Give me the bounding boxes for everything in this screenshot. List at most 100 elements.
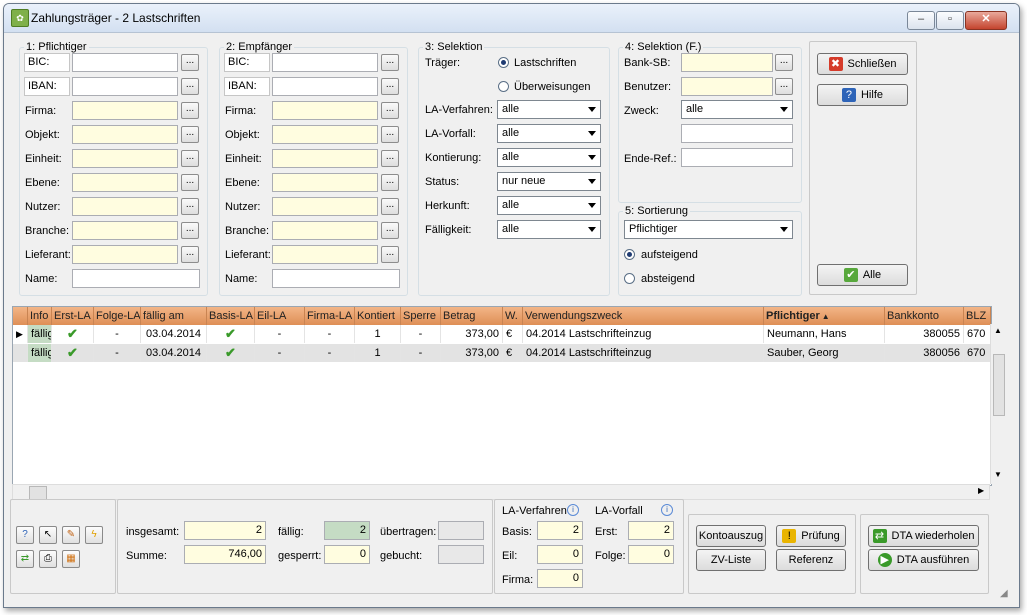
zweck-select[interactable]: alle	[681, 100, 793, 119]
empfaenger-input-7[interactable]	[272, 221, 378, 240]
horizontal-scrollbar[interactable]: ▶	[12, 484, 990, 500]
scroll-up-icon[interactable]: ▲	[994, 326, 1002, 335]
row-selector[interactable]	[13, 344, 28, 362]
empfaenger-input-4[interactable]	[272, 149, 378, 168]
radio-ueberweisungen[interactable]	[498, 81, 509, 92]
selektion-select-3[interactable]: nur neue	[497, 172, 601, 191]
print-icon[interactable]: ⎙	[39, 550, 57, 568]
pflichtiger-input-4[interactable]	[72, 149, 178, 168]
pflichtiger-lookup-button-0[interactable]: ...	[181, 54, 199, 71]
radio-lastschriften[interactable]	[498, 57, 509, 68]
pflichtiger-input-6[interactable]	[72, 197, 178, 216]
empfaenger-input-1[interactable]	[272, 77, 378, 96]
close-button[interactable]: ✕	[965, 11, 1007, 30]
scroll-right-icon[interactable]: ▶	[978, 486, 984, 495]
pflichtiger-input-2[interactable]	[72, 101, 178, 120]
empfaenger-lookup-button-0[interactable]: ...	[381, 54, 399, 71]
column-header-3[interactable]: fällig am	[141, 307, 207, 325]
resize-grip-icon[interactable]: ◢	[1000, 588, 1008, 599]
empfaenger-lookup-button-8[interactable]: ...	[381, 246, 399, 263]
dta-wiederholen-button[interactable]: ⇄ DTA wiederholen	[868, 525, 979, 547]
pflichtiger-lookup-button-1[interactable]: ...	[181, 78, 199, 95]
banksb-input[interactable]	[681, 53, 773, 72]
horizontal-scroll-thumb[interactable]	[29, 486, 47, 500]
schliessen-button[interactable]: ✖ Schließen	[817, 53, 908, 75]
alle-button[interactable]: ✔ Alle	[817, 264, 908, 286]
empfaenger-input-2[interactable]	[272, 101, 378, 120]
row-selector[interactable]: ▶	[13, 325, 28, 343]
pflichtiger-lookup-button-7[interactable]: ...	[181, 222, 199, 239]
column-header-2[interactable]: Folge-LA	[94, 307, 141, 325]
pflichtiger-lookup-button-8[interactable]: ...	[181, 246, 199, 263]
column-header-7[interactable]: Kontiert	[355, 307, 401, 325]
column-header-10[interactable]: W.	[503, 307, 523, 325]
column-header-14[interactable]: BLZ	[964, 307, 991, 325]
dta-ausfuehren-button[interactable]: ▶ DTA ausführen	[868, 549, 979, 571]
column-header-6[interactable]: Firma-LA	[305, 307, 355, 325]
benutzer-input[interactable]	[681, 77, 773, 96]
help-icon[interactable]: ?	[16, 526, 34, 544]
column-header-4[interactable]: Basis-LA	[207, 307, 255, 325]
empfaenger-input-5[interactable]	[272, 173, 378, 192]
pflichtiger-input-0[interactable]	[72, 53, 178, 72]
pflichtiger-lookup-button-2[interactable]: ...	[181, 102, 199, 119]
scroll-down-icon[interactable]: ▼	[994, 470, 1002, 479]
radio-aufsteigend[interactable]	[624, 249, 635, 260]
pflichtiger-lookup-button-3[interactable]: ...	[181, 126, 199, 143]
benutzer-lookup-button[interactable]: ...	[775, 78, 793, 95]
referenz-button[interactable]: Referenz	[776, 549, 846, 571]
minimize-button[interactable]: –	[907, 11, 935, 30]
empfaenger-lookup-button-2[interactable]: ...	[381, 102, 399, 119]
radio-absteigend[interactable]	[624, 273, 635, 284]
vertical-scrollbar[interactable]: ▲ ▼	[990, 324, 1005, 484]
empfaenger-input-0[interactable]	[272, 53, 378, 72]
selektion-select-1[interactable]: alle	[497, 124, 601, 143]
column-header-1[interactable]: Erst-LA	[52, 307, 94, 325]
column-header-8[interactable]: Sperre	[401, 307, 441, 325]
pflichtiger-input-5[interactable]	[72, 173, 178, 192]
refresh-icon[interactable]: ⇄	[16, 550, 34, 568]
enderef-input[interactable]	[681, 148, 793, 167]
empfaenger-lookup-button-3[interactable]: ...	[381, 126, 399, 143]
hilfe-button[interactable]: ? Hilfe	[817, 84, 908, 106]
pflichtiger-input-1[interactable]	[72, 77, 178, 96]
pflichtiger-input-3[interactable]	[72, 125, 178, 144]
column-header-9[interactable]: Betrag	[441, 307, 503, 325]
pruefung-button[interactable]: ! Prüfung	[776, 525, 846, 547]
column-header-11[interactable]: Verwendungszweck	[523, 307, 764, 325]
empfaenger-input-8[interactable]	[272, 245, 378, 264]
info-icon[interactable]: i	[567, 504, 579, 516]
banksb-lookup-button[interactable]: ...	[775, 54, 793, 71]
selektion-select-5[interactable]: alle	[497, 220, 601, 239]
pflichtiger-lookup-button-4[interactable]: ...	[181, 150, 199, 167]
empfaenger-lookup-button-1[interactable]: ...	[381, 78, 399, 95]
maximize-button[interactable]: ▫	[936, 11, 964, 30]
pflichtiger-input-8[interactable]	[72, 245, 178, 264]
table-row[interactable]: fällig ✔ -03.04.2014 ✔ - -1-373,00 €04.2014 La…	[13, 344, 991, 362]
empfaenger-lookup-button-4[interactable]: ...	[381, 150, 399, 167]
zweck-freetext-input[interactable]	[681, 124, 793, 143]
info-icon[interactable]: i	[661, 504, 673, 516]
column-header-5[interactable]: Eil-LA	[255, 307, 305, 325]
selektion-select-0[interactable]: alle	[497, 100, 601, 119]
table-icon[interactable]: ▦	[62, 550, 80, 568]
vertical-scroll-thumb[interactable]	[993, 354, 1005, 416]
empfaenger-lookup-button-5[interactable]: ...	[381, 174, 399, 191]
lightning-icon[interactable]: ϟ	[85, 526, 103, 544]
cursor-icon[interactable]: ↖	[39, 526, 57, 544]
selektion-select-4[interactable]: alle	[497, 196, 601, 215]
column-header-13[interactable]: Bankkonto	[885, 307, 964, 325]
edit-icon[interactable]: ✎	[62, 526, 80, 544]
pflichtiger-input-9[interactable]	[72, 269, 200, 288]
kontoauszug-button[interactable]: Kontoauszug	[696, 525, 766, 547]
pflichtiger-input-7[interactable]	[72, 221, 178, 240]
column-header-12[interactable]: Pflichtiger ▲	[764, 307, 885, 325]
table-row[interactable]: ▶ fällig ✔ -03.04.2014 ✔ - -1-373,00 €04.2014 L…	[13, 325, 991, 343]
column-header-0[interactable]: Info	[28, 307, 52, 325]
selektion-select-2[interactable]: alle	[497, 148, 601, 167]
empfaenger-lookup-button-6[interactable]: ...	[381, 198, 399, 215]
empfaenger-input-9[interactable]	[272, 269, 400, 288]
zvliste-button[interactable]: ZV-Liste	[696, 549, 766, 571]
empfaenger-lookup-button-7[interactable]: ...	[381, 222, 399, 239]
sortierung-select[interactable]: Pflichtiger	[624, 220, 793, 239]
